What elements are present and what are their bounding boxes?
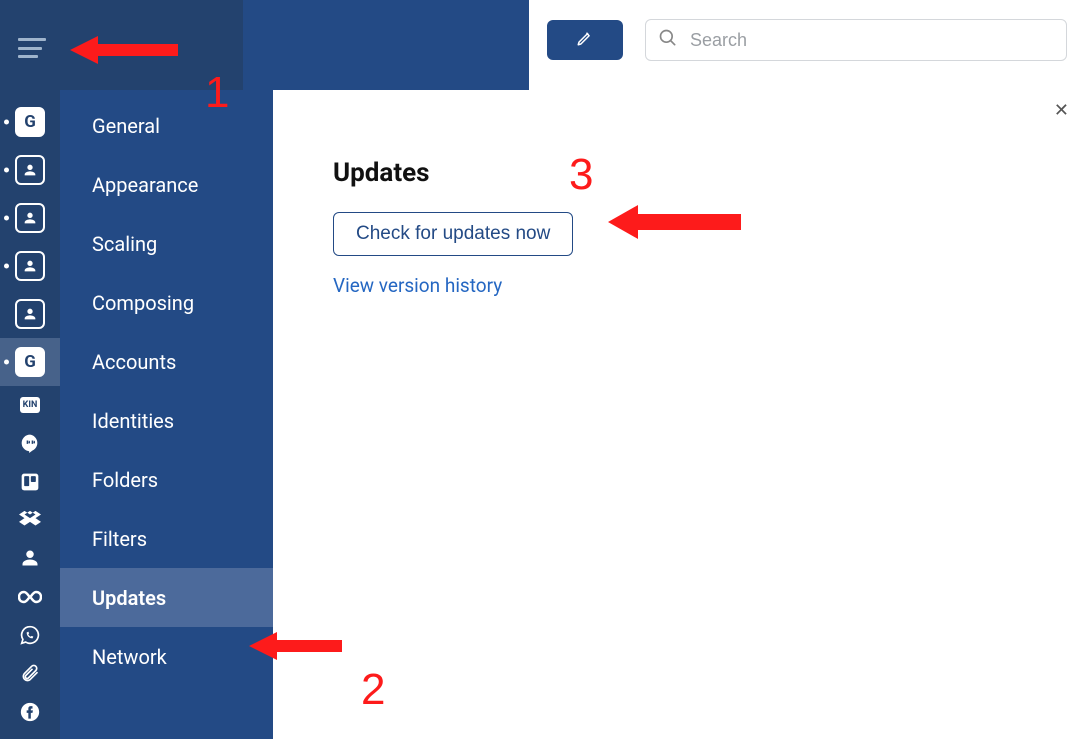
rail-app-trello[interactable] — [0, 462, 60, 500]
sidebar-item-folders[interactable]: Folders — [60, 450, 273, 509]
rail-app-attachments[interactable] — [0, 654, 60, 692]
infinity-icon — [15, 582, 45, 612]
sidebar-item-updates[interactable]: Updates — [60, 568, 273, 627]
paperclip-icon — [15, 658, 45, 688]
google-g-icon: G — [15, 347, 45, 377]
whatsapp-icon — [15, 620, 45, 650]
sidebar-item-accounts[interactable]: Accounts — [60, 332, 273, 391]
search-input[interactable] — [690, 30, 1054, 51]
unread-dot-icon — [4, 215, 9, 220]
person-icon — [15, 155, 45, 185]
rail-account-person-1[interactable] — [0, 146, 60, 194]
rail-app-dropbox[interactable] — [0, 501, 60, 539]
facebook-icon — [15, 697, 45, 727]
page-title: Updates — [333, 158, 1025, 188]
unread-dot-icon — [4, 263, 9, 268]
account-rail: G G KIN — [0, 90, 60, 739]
search-field[interactable] — [645, 19, 1067, 61]
header-mid-panel — [243, 0, 529, 90]
person-solid-icon — [15, 543, 45, 573]
google-g-icon: G — [15, 107, 45, 137]
rail-account-g-active[interactable]: G — [0, 338, 60, 386]
person-icon — [15, 299, 45, 329]
rail-app-contacts[interactable] — [0, 539, 60, 577]
sidebar-item-appearance[interactable]: Appearance — [60, 155, 273, 214]
pencil-icon — [576, 29, 594, 51]
trello-icon — [15, 467, 45, 497]
rail-account-person-3[interactable] — [0, 242, 60, 290]
sidebar-item-filters[interactable]: Filters — [60, 509, 273, 568]
unread-dot-icon — [4, 359, 9, 364]
rail-app-infinity[interactable] — [0, 578, 60, 616]
compose-button[interactable] — [547, 20, 623, 60]
sidebar-item-composing[interactable]: Composing — [60, 273, 273, 332]
close-button[interactable]: ✕ — [1054, 102, 1069, 120]
rail-account-person-2[interactable] — [0, 194, 60, 242]
header-right-panel — [529, 0, 1085, 80]
rail-app-facebook[interactable] — [0, 693, 60, 731]
header-left-panel — [0, 0, 243, 90]
hamburger-menu-button[interactable] — [18, 38, 46, 58]
rail-app-whatsapp[interactable] — [0, 616, 60, 654]
settings-sidebar: General Appearance Scaling Composing Acc… — [60, 90, 273, 739]
sidebar-item-scaling[interactable]: Scaling — [60, 214, 273, 273]
hangouts-icon — [15, 428, 45, 458]
sidebar-item-identities[interactable]: Identities — [60, 391, 273, 450]
rail-account-person-4[interactable] — [0, 290, 60, 338]
person-icon — [15, 251, 45, 281]
search-icon — [658, 28, 678, 52]
check-updates-button[interactable]: Check for updates now — [333, 212, 573, 256]
rail-app-kin[interactable]: KIN — [0, 386, 60, 424]
rail-account-g[interactable]: G — [0, 98, 60, 146]
sidebar-item-general[interactable]: General — [60, 96, 273, 155]
unread-dot-icon — [4, 167, 9, 172]
rail-app-hangouts[interactable] — [0, 424, 60, 462]
sidebar-item-network[interactable]: Network — [60, 627, 273, 686]
settings-content-panel: ✕ Updates Check for updates now View ver… — [273, 90, 1085, 739]
dropbox-icon — [15, 505, 45, 535]
kin-icon: KIN — [20, 397, 40, 413]
unread-dot-icon — [4, 119, 9, 124]
version-history-link[interactable]: View version history — [333, 274, 1025, 297]
person-icon — [15, 203, 45, 233]
app-header — [0, 0, 1085, 90]
